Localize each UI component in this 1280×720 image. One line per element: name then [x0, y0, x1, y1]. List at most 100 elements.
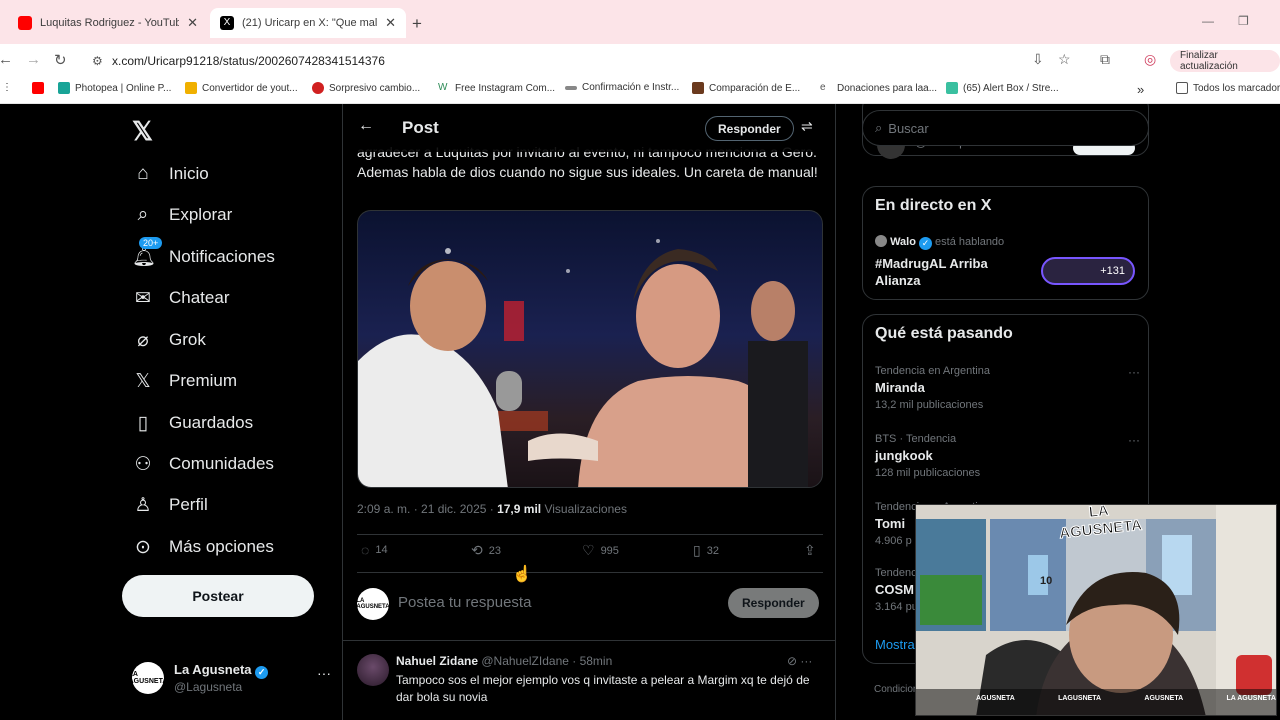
live-host[interactable]: Walo ✓ está hablando — [875, 235, 1004, 250]
extensions-icon[interactable]: ⧉ — [1100, 51, 1110, 68]
sidebar-item-premium[interactable]: 𝕏 Premium — [132, 361, 237, 401]
sidebar-item-guardados[interactable]: ▯ Guardados — [132, 403, 253, 443]
more-icon[interactable]: ··· — [1128, 365, 1140, 379]
social-handles: AGUSNETA LAGUSNETA AGUSNETA LA AGUSNETA — [976, 695, 1276, 702]
youtube-icon — [18, 16, 32, 30]
sidebar-item-chatear[interactable]: ✉ Chatear — [132, 278, 229, 318]
share-action[interactable]: ⇪ — [804, 542, 822, 559]
profile-icon[interactable]: ◎ — [1144, 51, 1156, 68]
site-info-icon[interactable]: ⚙ — [92, 54, 103, 68]
bookmark-item[interactable]: Photopea | Online P... — [58, 82, 171, 94]
divider — [357, 572, 823, 573]
bookmark-item[interactable]: Comparación de E... — [692, 82, 800, 94]
live-topic[interactable]: #MadrugAL Arriba Alianza — [875, 255, 1025, 289]
sidebar-item-label: Guardados — [169, 413, 254, 432]
tab-youtube[interactable]: Luquitas Rodriguez - YouTube ✕ — [8, 8, 208, 38]
verified-icon: ✓ — [919, 237, 932, 250]
sidebar-item-comunidades[interactable]: ⚇ Comunidades — [132, 444, 274, 484]
instagram-handle: AGUSNETA — [976, 695, 1015, 702]
star-icon[interactable]: ☆ — [1058, 51, 1071, 68]
bookmark-item[interactable]: Confirmación e Instr... — [565, 82, 679, 93]
apps-icon[interactable]: ⋮ — [2, 82, 12, 93]
reply-author[interactable]: Nahuel Zidane @NahuelZIdane · 58min — [396, 654, 612, 668]
show-more-link[interactable]: Mostra — [875, 637, 915, 652]
mouse-cursor: ☝ — [512, 566, 532, 583]
trend-item[interactable]: Tendencia en Argentina Miranda 13,2 mil … — [875, 365, 1140, 411]
sidebar-item-label: Más opciones — [169, 537, 274, 556]
sidebar-item-label: Comunidades — [169, 454, 274, 473]
boxing-photo — [358, 239, 808, 487]
live-title: En directo en X — [875, 197, 992, 214]
sidebar-item-perfil[interactable]: ♙ Perfil — [132, 485, 208, 525]
forward-icon[interactable]: → — [26, 51, 41, 68]
sidebar-item-label: Perfil — [169, 495, 208, 514]
avatar: LA AGUSNETA — [129, 662, 167, 694]
reply-input[interactable]: Postea tu respuesta — [398, 594, 531, 611]
post-button[interactable]: Postear — [122, 575, 314, 617]
bookmark-item[interactable]: Sorpresivo cambio... — [312, 82, 420, 94]
account-handle: @Lagusneta — [174, 680, 243, 694]
install-icon[interactable]: ⇩ — [1032, 51, 1044, 68]
bookmark-item[interactable]: W Free Instagram Com... — [438, 82, 555, 94]
more-icon[interactable]: ··· — [1128, 433, 1140, 447]
sidebar-item-label: Notificaciones — [169, 247, 275, 266]
tweet-media-image[interactable] — [357, 210, 823, 488]
kick-handle: AGUSNETA — [1144, 695, 1184, 702]
more-icon[interactable]: ··· — [317, 665, 331, 681]
reply-composer: LA AGUSNETA Postea tu respuesta Responde… — [356, 586, 823, 622]
new-tab-icon[interactable]: + — [412, 14, 422, 34]
trend-item[interactable]: BTS · Tendencia jungkook 128 mil publica… — [875, 433, 1140, 479]
reload-icon[interactable]: ↻ — [54, 51, 67, 69]
sidebar-item-explorar[interactable]: ⌕ Explorar — [132, 195, 233, 235]
account-switcher[interactable]: LA AGUSNETA La Agusneta ✓ @Lagusneta ··· — [129, 660, 332, 700]
tab-x-post[interactable]: X (21) Uricarp en X: "Que mal me ✕ — [210, 8, 406, 38]
sidebar-item-label: Premium — [169, 371, 238, 390]
home-icon: ⌂ — [137, 163, 149, 184]
page-title: Post — [402, 118, 439, 137]
repost-action[interactable]: ⟲ 23 — [471, 542, 501, 559]
listeners-pill[interactable]: +131 — [1041, 257, 1135, 285]
tweet-timestamp[interactable]: 2:09 a. m. · 21 dic. 2025 · — [357, 502, 497, 516]
avatar[interactable] — [357, 654, 389, 686]
close-tab-icon[interactable]: ✕ — [187, 15, 198, 31]
verified-icon: ✓ — [255, 666, 269, 679]
sidebar-item-inicio[interactable]: ⌂ Inicio — [132, 154, 208, 194]
restore-icon[interactable]: ❐ — [1238, 14, 1249, 28]
more-bookmarks-icon[interactable]: » — [1137, 82, 1144, 97]
sidebar-item-mas-opciones[interactable]: ⊙ Más opciones — [132, 527, 274, 567]
bookmark-item[interactable]: (65) Alert Box / Stre... — [946, 82, 1059, 94]
close-tab-icon[interactable]: ✕ — [385, 15, 396, 31]
sidebar-item-label: Chatear — [169, 288, 230, 307]
sidebar-item-notificaciones[interactable]: 🔔︎ 20+ Notificaciones — [132, 237, 275, 277]
post-header: ← Post Responder ⇌ — [343, 104, 835, 152]
back-icon[interactable]: ← — [0, 51, 13, 68]
x-handle: LAGUSNETA — [1058, 695, 1102, 702]
sidebar-item-label: Grok — [169, 330, 206, 349]
update-button[interactable]: Finalizar actualización — [1170, 50, 1280, 72]
main-column: ← Post Responder ⇌ agradecer a Luquitas … — [342, 104, 836, 720]
people-icon: ⚇ — [134, 453, 152, 475]
back-arrow-icon[interactable]: ← — [358, 117, 374, 135]
bookmark-icon: ▯ — [137, 412, 149, 434]
address-bar[interactable]: ⚙ x.com/Uricarp91218/status/200260742834… — [84, 48, 1084, 74]
more-icon[interactable]: ⊘ ··· — [787, 654, 812, 668]
search-input[interactable]: ⌕ Buscar — [862, 110, 1149, 146]
filter-icon[interactable]: ⇌ — [801, 118, 813, 135]
reply-action[interactable]: ◌ 14 — [361, 542, 388, 558]
left-sidebar: 𝕏 ⌂ Inicio ⌕ Explorar 🔔︎ 20+ Notificacion… — [120, 104, 340, 720]
reply-header-button[interactable]: Responder — [705, 116, 794, 141]
address-toolbar: ← → ↻ ⚙ x.com/Uricarp91218/status/200260… — [0, 44, 1280, 76]
minimize-icon[interactable]: — — [1202, 14, 1214, 28]
like-action[interactable]: ♡ 995 — [582, 542, 619, 559]
footer-link[interactable]: Condicion — [874, 684, 918, 695]
bookmark-action[interactable]: ▯ 32 — [693, 542, 719, 559]
browser-tab-bar: Luquitas Rodriguez - YouTube ✕ X (21) Ur… — [0, 0, 1280, 44]
bookmark-item[interactable]: Convertidor de yout... — [185, 82, 298, 94]
x-logo-icon[interactable]: 𝕏 — [132, 116, 153, 147]
reply-submit-button[interactable]: Responder — [728, 588, 819, 618]
sidebar-item-grok[interactable]: ⌀ Grok — [132, 320, 206, 360]
tab-title: Luquitas Rodriguez - YouTube — [40, 17, 180, 29]
bookmark-item[interactable]: Todos los marcadores — [1176, 82, 1280, 94]
bookmark-item[interactable]: e Donaciones para laa... — [820, 82, 937, 94]
youtube-bookmark-icon[interactable] — [32, 82, 49, 94]
